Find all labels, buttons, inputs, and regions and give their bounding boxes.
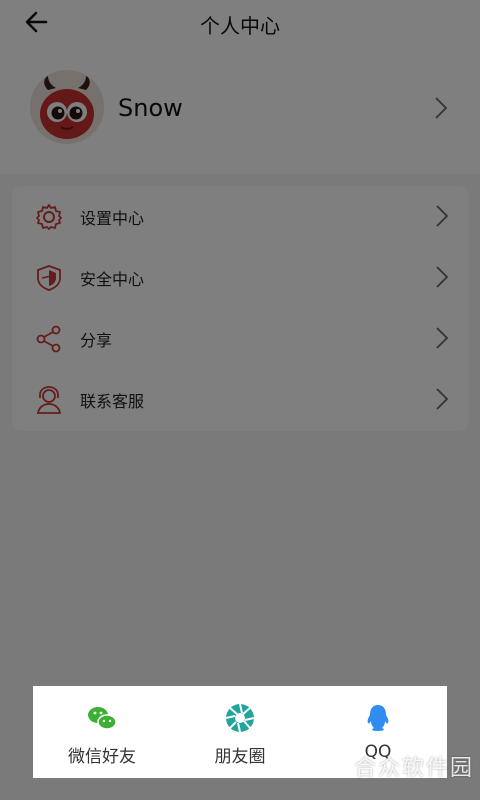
share-wechat-button[interactable]: 微信好友 [37, 686, 167, 778]
share-moments-button[interactable]: 朋友圈 [175, 686, 305, 778]
moments-icon [225, 703, 255, 733]
watermark-text: 合众软件园 [353, 756, 474, 781]
wechat-icon [88, 707, 117, 730]
qq-icon [367, 705, 389, 731]
share-label: 朋友圈 [214, 747, 266, 767]
modal-overlay[interactable] [0, 0, 480, 800]
share-label: 微信好友 [68, 747, 136, 767]
